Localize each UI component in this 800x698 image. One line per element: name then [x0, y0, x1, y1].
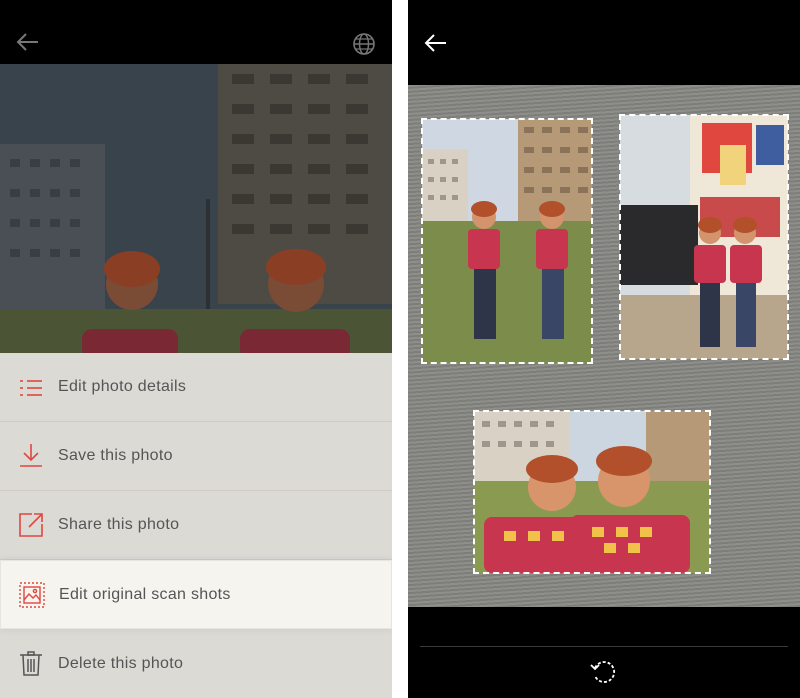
screen-divider [392, 0, 408, 698]
menu-item-save-photo[interactable]: Save this photo [0, 422, 392, 491]
share-icon [19, 513, 43, 537]
scanned-photo-3[interactable] [474, 411, 710, 573]
menu-item-share-photo[interactable]: Share this photo [0, 491, 392, 560]
image-icon [19, 582, 45, 608]
list-icon [20, 380, 42, 396]
photo-preview [0, 64, 392, 353]
left-screen: Edit photo details Save this photo Share… [0, 0, 392, 698]
action-menu: Edit photo details Save this photo Share… [0, 353, 392, 698]
right-screen [408, 0, 800, 698]
bottom-divider [420, 646, 788, 647]
menu-item-label: Edit photo details [58, 378, 187, 395]
back-arrow-icon[interactable] [424, 32, 448, 54]
back-arrow-icon[interactable] [16, 31, 40, 53]
menu-item-edit-original-scan-shots[interactable]: Edit original scan shots [0, 560, 392, 629]
scanned-photo-2[interactable] [620, 115, 788, 359]
trash-icon [20, 651, 42, 676]
top-bar [0, 0, 392, 64]
menu-item-label: Share this photo [58, 516, 180, 533]
globe-icon[interactable] [352, 32, 376, 56]
menu-item-label: Edit original scan shots [59, 585, 231, 603]
rotate-icon[interactable] [589, 657, 619, 687]
menu-item-edit-photo-details[interactable]: Edit photo details [0, 353, 392, 422]
scanned-photo-1[interactable] [422, 119, 592, 363]
album-page [408, 85, 800, 607]
menu-item-delete-photo[interactable]: Delete this photo [0, 629, 392, 698]
menu-item-label: Save this photo [58, 447, 173, 464]
download-icon [20, 444, 42, 467]
menu-item-label: Delete this photo [58, 654, 184, 672]
